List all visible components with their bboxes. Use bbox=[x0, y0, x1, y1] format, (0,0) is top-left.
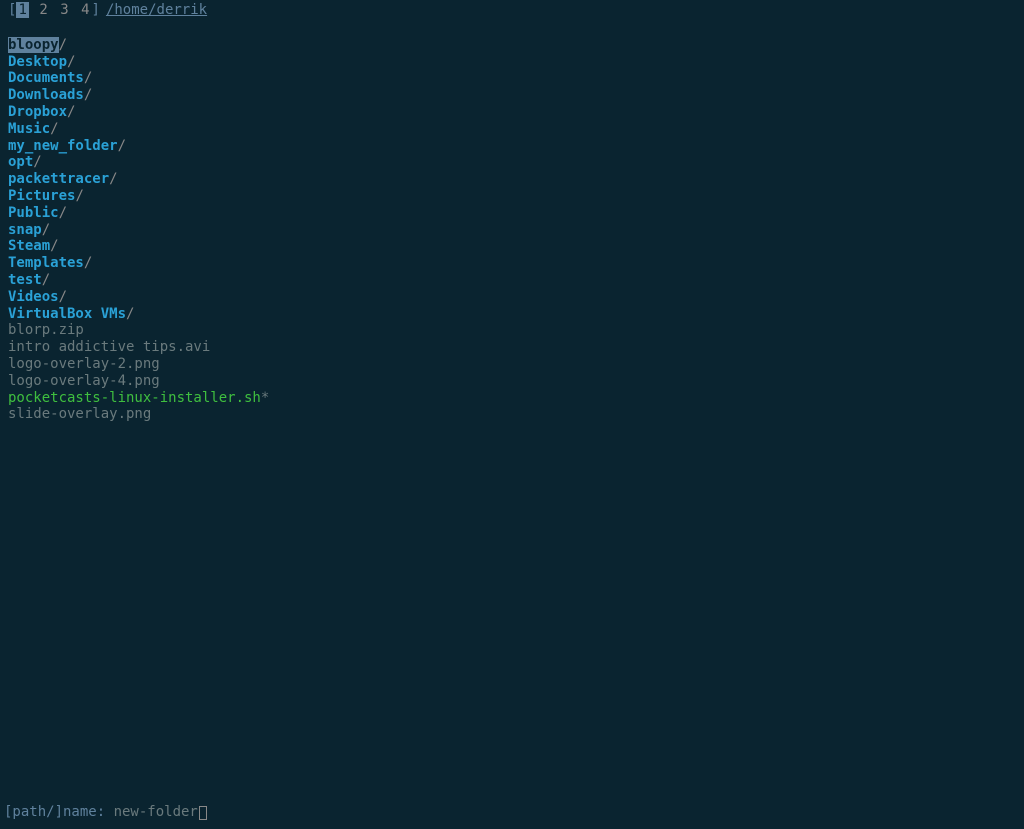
status-bar: [path/]name: new-folder bbox=[0, 800, 1024, 829]
directory-entry[interactable]: Steam/ bbox=[8, 238, 1016, 255]
directory-entry[interactable]: Videos/ bbox=[8, 289, 1016, 306]
entry-name: snap bbox=[8, 222, 42, 238]
directory-entry[interactable]: bloopy/ bbox=[8, 37, 1016, 54]
dir-suffix-icon: / bbox=[67, 104, 75, 120]
tab-1[interactable]: 1 bbox=[16, 2, 28, 18]
entry-name: pocketcasts-linux-installer.sh bbox=[8, 390, 261, 406]
directory-entry[interactable]: my_new_folder/ bbox=[8, 138, 1016, 155]
file-entry[interactable]: logo-overlay-2.png bbox=[8, 356, 1016, 373]
dir-suffix-icon: / bbox=[42, 272, 50, 288]
dir-suffix-icon: / bbox=[50, 121, 58, 137]
directory-entry[interactable]: opt/ bbox=[8, 154, 1016, 171]
dir-suffix-icon: / bbox=[118, 138, 126, 154]
dir-suffix-icon: / bbox=[109, 171, 117, 187]
entry-name: intro addictive tips.avi bbox=[8, 339, 210, 355]
tab-2[interactable]: 2 bbox=[37, 2, 49, 18]
directory-entry[interactable]: Downloads/ bbox=[8, 87, 1016, 104]
dir-suffix-icon: / bbox=[67, 54, 75, 70]
dir-suffix-icon: / bbox=[75, 188, 83, 204]
entry-name: packettracer bbox=[8, 171, 109, 187]
tab-list: 1 2 3 4 bbox=[16, 2, 91, 19]
file-listing: bloopy/Desktop/Documents/Downloads/Dropb… bbox=[0, 33, 1024, 427]
file-entry[interactable]: logo-overlay-4.png bbox=[8, 373, 1016, 390]
file-entry[interactable]: blorp.zip bbox=[8, 322, 1016, 339]
dir-suffix-icon: / bbox=[84, 255, 92, 271]
file-entry[interactable]: intro addictive tips.avi bbox=[8, 339, 1016, 356]
header-bar: [ 1 2 3 4 ] /home/derrik bbox=[0, 0, 1024, 21]
directory-entry[interactable]: packettracer/ bbox=[8, 171, 1016, 188]
entry-name: my_new_folder bbox=[8, 138, 118, 154]
entry-name: Videos bbox=[8, 289, 59, 305]
directory-entry[interactable]: test/ bbox=[8, 272, 1016, 289]
entry-name: blorp.zip bbox=[8, 322, 84, 338]
entry-name: Documents bbox=[8, 70, 84, 86]
dir-suffix-icon: / bbox=[59, 205, 67, 221]
entry-name: Templates bbox=[8, 255, 84, 271]
entry-name: Music bbox=[8, 121, 50, 137]
directory-entry[interactable]: Pictures/ bbox=[8, 188, 1016, 205]
dir-suffix-icon: / bbox=[59, 37, 67, 53]
entry-name: logo-overlay-2.png bbox=[8, 356, 160, 372]
directory-entry[interactable]: Dropbox/ bbox=[8, 104, 1016, 121]
file-entry[interactable]: slide-overlay.png bbox=[8, 406, 1016, 423]
dir-suffix-icon: / bbox=[50, 238, 58, 254]
directory-entry[interactable]: Documents/ bbox=[8, 70, 1016, 87]
bracket-close: ] bbox=[92, 2, 100, 19]
directory-entry[interactable]: VirtualBox VMs/ bbox=[8, 306, 1016, 323]
cursor-icon bbox=[199, 806, 207, 820]
entry-name: Steam bbox=[8, 238, 50, 254]
dir-suffix-icon: / bbox=[33, 154, 41, 170]
entry-name: Dropbox bbox=[8, 104, 67, 120]
entry-name: Downloads bbox=[8, 87, 84, 103]
bracket-open: [ bbox=[8, 2, 16, 19]
directory-entry[interactable]: Desktop/ bbox=[8, 54, 1016, 71]
dir-suffix-icon: / bbox=[42, 222, 50, 238]
directory-entry[interactable]: Templates/ bbox=[8, 255, 1016, 272]
current-directory-path[interactable]: /home/derrik bbox=[106, 2, 207, 19]
directory-entry[interactable]: Music/ bbox=[8, 121, 1016, 138]
executable-entry[interactable]: pocketcasts-linux-installer.sh* bbox=[8, 390, 1016, 407]
entry-name: Public bbox=[8, 205, 59, 221]
entry-name: opt bbox=[8, 154, 33, 170]
entry-name: bloopy bbox=[8, 37, 59, 53]
directory-entry[interactable]: Public/ bbox=[8, 205, 1016, 222]
tab-3[interactable]: 3 bbox=[58, 2, 70, 18]
dir-suffix-icon: / bbox=[84, 87, 92, 103]
entry-name: Pictures bbox=[8, 188, 75, 204]
entry-name: slide-overlay.png bbox=[8, 406, 151, 422]
tab-4[interactable]: 4 bbox=[79, 2, 91, 18]
entry-name: test bbox=[8, 272, 42, 288]
directory-entry[interactable]: snap/ bbox=[8, 222, 1016, 239]
prompt-input-value[interactable]: new-folder bbox=[114, 804, 198, 820]
dir-suffix-icon: / bbox=[126, 306, 134, 322]
entry-name: logo-overlay-4.png bbox=[8, 373, 160, 389]
exec-suffix-icon: * bbox=[261, 390, 269, 406]
dir-suffix-icon: / bbox=[59, 289, 67, 305]
prompt-label: [path/]name: bbox=[4, 804, 114, 820]
entry-name: VirtualBox VMs bbox=[8, 306, 126, 322]
dir-suffix-icon: / bbox=[84, 70, 92, 86]
entry-name: Desktop bbox=[8, 54, 67, 70]
